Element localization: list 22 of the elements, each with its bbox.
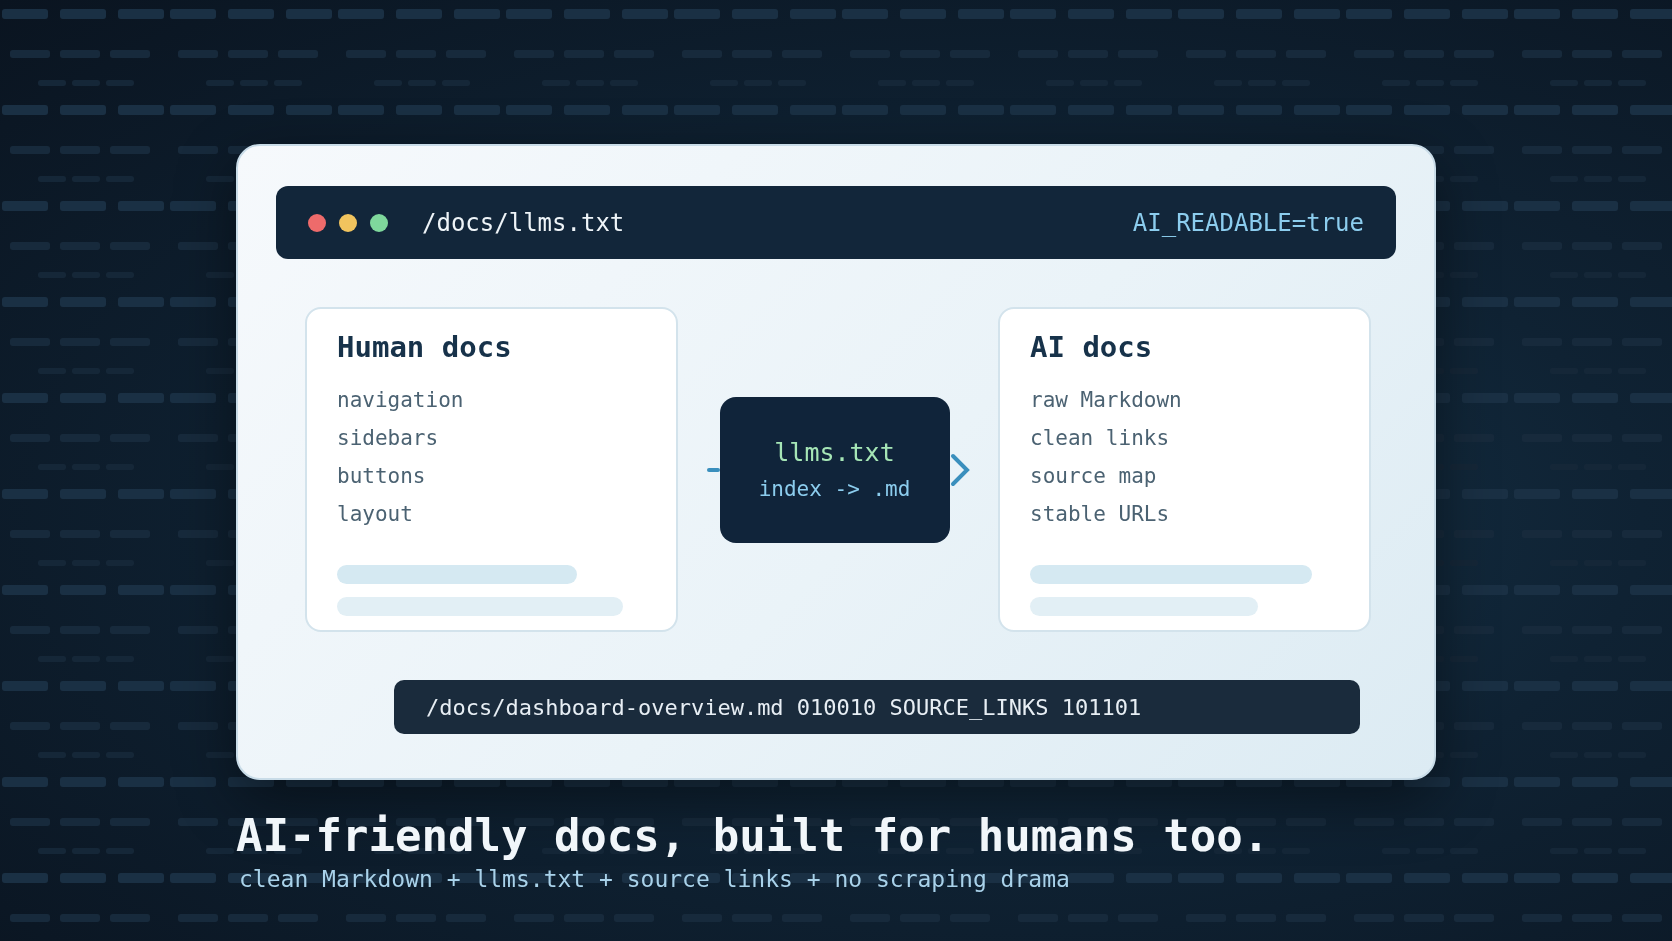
- readable-setting-label: AI_READABLE=true: [1132, 208, 1364, 237]
- card-title: AI docs: [1030, 329, 1154, 365]
- connector-line: [706, 467, 720, 472]
- source-path-bar: /docs/dashboard-overview.md 010010 SOURCE_LINKS 101101: [394, 680, 1360, 734]
- card-list-item: buttons: [337, 463, 427, 490]
- subheadline: clean Markdown + llms.txt + source links + no scraping drama: [239, 865, 1071, 894]
- file-path: /docs/llms.txt: [422, 208, 626, 237]
- arrow-head-icon: [949, 452, 970, 487]
- card-list-item: clean links: [1030, 425, 1171, 452]
- window-dot-icon: [308, 213, 326, 232]
- file-name: llms.txt: [774, 438, 895, 467]
- card-list-item: source map: [1030, 463, 1158, 490]
- headline: AI-friendly docs, built for humans too.: [236, 809, 1271, 863]
- card-list-item: raw Markdown: [1030, 387, 1183, 414]
- window-dot-icon: [339, 213, 357, 232]
- card-list-item: sidebars: [337, 425, 440, 452]
- card-list-item: stable URLs: [1030, 501, 1171, 528]
- window-dot-icon: [370, 213, 388, 232]
- card-list-item: layout: [337, 501, 414, 528]
- card-list-item: navigation: [337, 387, 465, 414]
- card-title: Human docs: [337, 329, 513, 365]
- mapping-text: index -> .md: [758, 477, 911, 501]
